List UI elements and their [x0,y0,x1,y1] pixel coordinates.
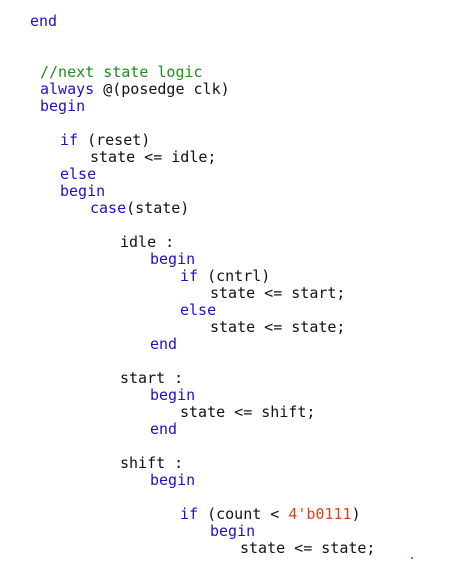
code-token-text: (cntrl) [198,267,271,285]
code-token-keyword: if [180,267,199,285]
code-line-begin: begin [150,472,195,489]
code-token-keyword: always [40,80,95,98]
code-token-keyword: else [60,165,97,183]
code-line-always: always @(posedge clk) [40,81,230,98]
code-line-else: else [180,302,216,319]
code-line-idle-label: idle : [120,234,174,251]
code-line-state-idle: state <= idle; [90,149,216,166]
code-token-text: ) [351,505,361,523]
code-token-keyword: else [180,301,217,319]
code-token-text: shift : [120,454,184,472]
code-line-state-shift: state <= shift; [180,404,315,421]
code-line-if-count: if (count < 4'b0111) [180,506,361,523]
code-token-keyword: begin [150,386,196,404]
code-token-comment: //next state logic [40,63,203,81]
code-token-text: idle : [120,233,175,251]
code-line-begin: begin [40,98,85,115]
code-token-keyword: case [90,199,127,217]
code-line-state-start: state <= start; [210,285,345,302]
stray-pixel-mark [411,557,413,559]
code-token-keyword: begin [210,522,256,540]
code-line-shift-label: shift : [120,455,183,472]
code-token-text: state <= shift; [180,403,316,421]
code-line-else: else [60,166,96,183]
code-token-text: (count < [198,505,289,523]
code-line-begin: begin [150,387,195,404]
code-line-if-reset: if (reset) [60,132,150,149]
code-token-keyword: begin [150,250,196,268]
code-token-text: state <= idle; [90,148,217,166]
code-token-number: 4'b0111 [288,505,352,523]
code-token-text: state <= state; [210,318,346,336]
code-line-if-cntrl: if (cntrl) [180,268,270,285]
code-token-keyword: end [30,12,58,30]
code-line-begin: begin [210,523,255,540]
code-line-state-state: state <= state; [240,540,375,557]
code-token-keyword: end [150,420,178,438]
code-line-state-state: state <= state; [210,319,345,336]
code-token-keyword: if [60,131,79,149]
code-token-keyword: end [150,335,178,353]
code-token-keyword: if [180,505,199,523]
code-line-begin: begin [150,251,195,268]
code-token-text: state <= state; [240,539,376,557]
code-token-keyword: begin [150,471,196,489]
code-token-text: (state) [126,199,190,217]
code-token-keyword: begin [60,182,106,200]
code-line-begin: begin [60,183,105,200]
code-line-end: end [150,421,177,438]
code-line-end: end [30,13,57,30]
code-line-comment: //next state logic [40,64,203,81]
code-token-text: (reset) [78,131,151,149]
code-token-text: state <= start; [210,284,346,302]
code-token-text: start : [120,369,184,387]
code-line-end: end [150,336,177,353]
code-line-start-label: start : [120,370,183,387]
code-token-text: @(posedge clk) [94,80,230,98]
code-line-case: case(state) [90,200,189,217]
code-token-keyword: begin [40,97,86,115]
code-editor: end //next state logic always @(posedge … [0,0,467,561]
